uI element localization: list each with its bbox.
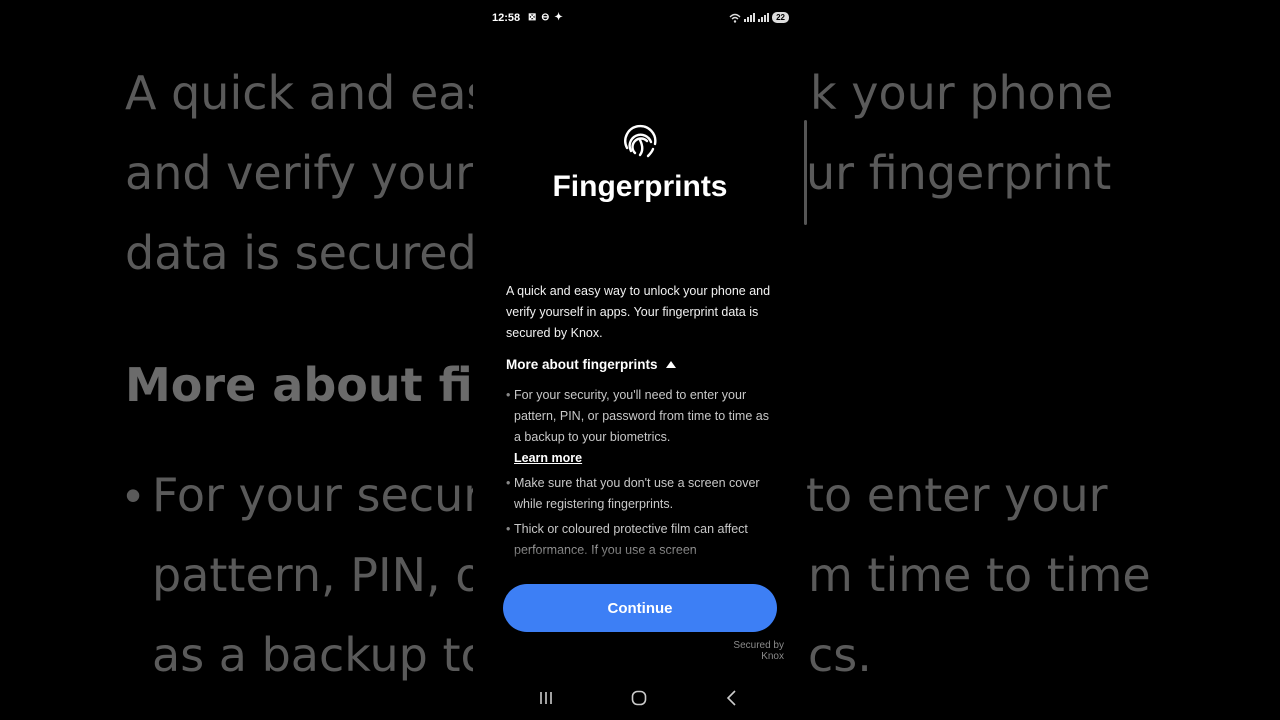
bg-text-line: cs.: [808, 628, 872, 682]
bg-text-line: k your phone: [810, 66, 1114, 120]
more-about-toggle[interactable]: More about fingerprints: [506, 357, 676, 372]
list-item: • For your security, you'll need to ente…: [506, 385, 778, 469]
learn-more-link[interactable]: Learn more: [514, 451, 582, 465]
signal-icon: [758, 13, 770, 22]
bg-text-line: to enter your: [806, 468, 1108, 522]
home-icon: [631, 690, 647, 706]
bg-text-line: and verify yours: [125, 146, 499, 200]
status-time: 12:58: [492, 12, 521, 24]
notification-icons: ⊠ ⊖ ✦: [528, 12, 564, 23]
more-about-label: More about fingerprints: [506, 357, 658, 372]
home-button[interactable]: [624, 688, 654, 708]
bg-text-line: More about fir: [125, 358, 496, 412]
recents-icon: [540, 692, 552, 704]
bullet-icon: •: [506, 476, 511, 490]
bg-text-line: A quick and eas: [125, 66, 491, 120]
knox-line: Secured by: [733, 640, 784, 651]
tip-text: Make sure that you don't use a screen co…: [514, 476, 760, 511]
caret-up-icon: [665, 361, 676, 368]
bg-bullet: •: [125, 469, 142, 521]
bullet-icon: •: [506, 522, 511, 536]
knox-line: Knox: [761, 651, 784, 662]
battery-icon: 22: [772, 12, 789, 23]
recents-button[interactable]: [531, 688, 561, 708]
bg-text-line: data is secured: [125, 226, 477, 280]
fingerprint-icon: [624, 124, 657, 158]
bg-text-line: pattern, PIN, o: [152, 548, 484, 602]
bg-text-line: m time to time: [808, 548, 1151, 602]
bg-text-line: ur fingerprint: [806, 146, 1112, 200]
continue-button[interactable]: Continue: [503, 584, 777, 632]
back-icon: [726, 690, 736, 706]
navigation-bar: [473, 680, 807, 716]
description-text: A quick and easy way to unlock your phon…: [506, 284, 771, 340]
bg-text-line: For your secur: [152, 468, 483, 522]
bullet-icon: •: [506, 388, 511, 402]
tip-text: For your security, you'll need to enter …: [514, 388, 769, 444]
phone-screen: 12:58 ⊠ ⊖ ✦ 22 Fingerprints A quick and …: [473, 0, 807, 720]
page-title: Fingerprints: [552, 170, 728, 203]
wifi-icon: [729, 13, 741, 23]
knox-badge: Secured by Knox: [733, 640, 784, 662]
scroll-fade: [473, 540, 807, 570]
list-item: • Make sure that you don't use a screen …: [506, 473, 778, 515]
system-icons: 22: [729, 12, 789, 23]
bg-text-line: as a backup to: [152, 628, 489, 682]
signal-icon: [744, 13, 756, 22]
status-bar: 12:58 ⊠ ⊖ ✦ 22: [473, 0, 807, 36]
back-button[interactable]: [717, 688, 747, 708]
